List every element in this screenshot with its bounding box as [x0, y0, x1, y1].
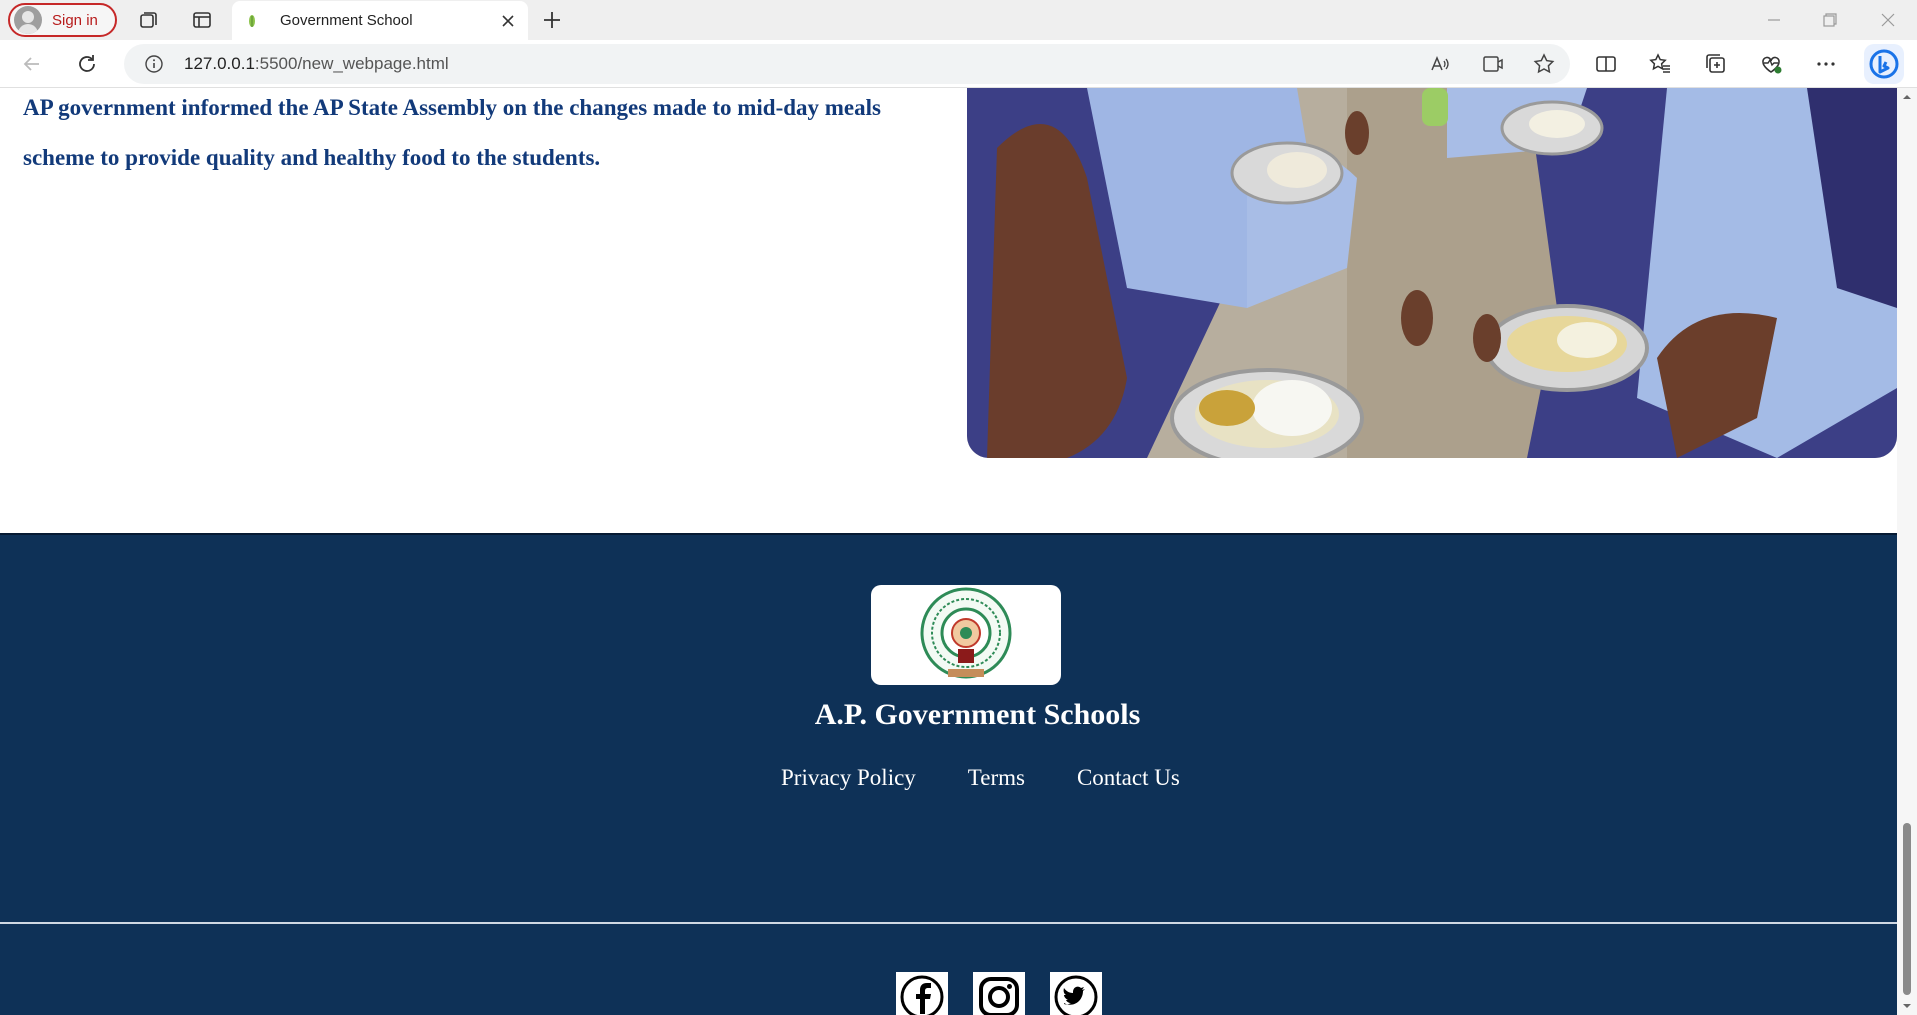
copilot-button[interactable]	[1864, 44, 1904, 84]
bing-logo-icon	[1869, 49, 1899, 79]
url-path: :5500/new_webpage.html	[254, 54, 449, 73]
scroll-thumb[interactable]	[1903, 823, 1911, 995]
minimize-icon[interactable]	[1762, 8, 1786, 32]
refresh-icon[interactable]	[75, 52, 99, 76]
sign-in-button[interactable]: Sign in	[8, 3, 117, 37]
workspaces-icon[interactable]	[137, 8, 161, 32]
favorite-star-icon[interactable]	[1532, 52, 1556, 76]
address-bar[interactable]: 127.0.0.1:5500/new_webpage.html	[124, 44, 1570, 84]
leaf-favicon-icon	[249, 14, 255, 27]
tab-title: Government School	[280, 12, 413, 29]
twitter-icon	[1054, 975, 1098, 1015]
site-footer: A.P. Government Schools Privacy Policy T…	[0, 533, 1897, 1015]
footer-site-title: A.P. Government Schools	[814, 698, 1141, 731]
ap-government-emblem-logo	[871, 585, 1061, 685]
browser-title-bar: Sign in Government School	[0, 0, 1917, 40]
url-host: 127.0.0.1	[184, 54, 255, 73]
twitter-link[interactable]	[1050, 972, 1102, 1015]
collections-icon[interactable]	[1704, 52, 1728, 76]
scroll-down-arrow-icon[interactable]	[1902, 1001, 1912, 1011]
read-aloud-icon[interactable]	[1428, 52, 1452, 76]
site-info-icon[interactable]	[144, 54, 164, 74]
social-links	[896, 972, 1127, 1015]
more-options-icon[interactable]	[1814, 52, 1838, 76]
facebook-link[interactable]	[896, 972, 948, 1015]
restore-icon[interactable]	[1818, 8, 1842, 32]
page-viewport: AP government informed the AP State Asse…	[0, 88, 1897, 1015]
tab-government-school[interactable]: Government School	[232, 1, 528, 40]
immersive-reader-icon[interactable]	[1481, 52, 1505, 76]
page-scrollbar[interactable]	[1897, 88, 1917, 1015]
terms-link[interactable]: Terms	[968, 765, 1025, 791]
new-tab-plus-icon[interactable]	[540, 8, 564, 32]
browser-essentials-icon[interactable]	[1759, 52, 1783, 76]
instagram-link[interactable]	[973, 972, 1025, 1015]
ap-emblem-seal-icon	[920, 587, 1012, 679]
browser-toolbar: 127.0.0.1:5500/new_webpage.html	[0, 40, 1917, 88]
facebook-icon	[900, 975, 944, 1015]
footer-divider	[0, 922, 1897, 924]
mid-day-meals-paragraph: AP government informed the AP State Asse…	[23, 95, 881, 170]
profile-avatar-icon	[14, 6, 42, 34]
split-screen-icon[interactable]	[1594, 52, 1618, 76]
url-text: 127.0.0.1:5500/new_webpage.html	[184, 54, 449, 74]
contact-us-link[interactable]: Contact Us	[1077, 765, 1180, 791]
instagram-icon	[979, 977, 1019, 1015]
close-window-icon[interactable]	[1876, 8, 1900, 32]
favorites-icon[interactable]	[1648, 52, 1672, 76]
privacy-policy-link[interactable]: Privacy Policy	[781, 765, 916, 791]
close-tab-icon[interactable]	[496, 9, 520, 33]
back-arrow-icon[interactable]	[20, 52, 44, 76]
footer-links: Privacy Policy Terms Contact Us	[781, 765, 1232, 791]
scroll-up-arrow-icon[interactable]	[1902, 92, 1912, 102]
sign-in-label: Sign in	[52, 11, 98, 29]
tab-actions-icon[interactable]	[190, 8, 214, 32]
students-eating-meal-photo	[967, 88, 1897, 458]
